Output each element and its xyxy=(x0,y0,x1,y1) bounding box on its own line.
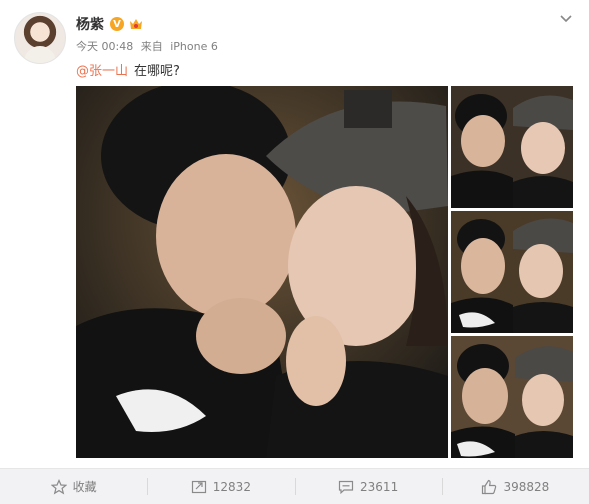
member-badge-icon[interactable] xyxy=(128,17,144,31)
comment-button[interactable]: 23611 xyxy=(294,469,442,504)
chevron-down-icon[interactable] xyxy=(559,10,573,24)
comment-icon xyxy=(338,479,354,495)
post-meta: 今天 00:48 来自 iPhone 6 xyxy=(76,38,222,54)
mention-link[interactable]: @张一山 xyxy=(76,64,128,79)
thumbs-up-icon xyxy=(481,479,497,495)
weibo-post-card: 杨紫 V 今天 00:48 来自 iPhone 6 @张一山 在哪呢? 收藏 1… xyxy=(0,0,589,504)
repost-count: 12832 xyxy=(212,479,251,494)
repost-button[interactable]: 12832 xyxy=(147,469,294,504)
post-image-thumbnail[interactable] xyxy=(451,211,573,333)
source-device[interactable]: iPhone 6 xyxy=(170,40,218,53)
avatar-image xyxy=(24,46,56,63)
comment-count: 23611 xyxy=(360,479,399,494)
post-image-thumbnail[interactable] xyxy=(451,336,573,458)
repost-icon xyxy=(191,479,207,495)
action-bar: 收藏 12832 23611 398828 xyxy=(0,468,589,504)
source-prefix: 来自 xyxy=(140,40,163,53)
favorite-label: 收藏 xyxy=(72,480,97,494)
user-name[interactable]: 杨紫 xyxy=(76,14,104,34)
like-button[interactable]: 398828 xyxy=(441,469,589,504)
post-text: @张一山 在哪呢? xyxy=(76,60,180,79)
post-image-thumbnail[interactable] xyxy=(451,86,573,208)
favorite-button[interactable]: 收藏 xyxy=(0,469,147,504)
user-avatar[interactable] xyxy=(14,12,66,64)
verified-badge-icon: V xyxy=(110,17,124,31)
user-name-row: 杨紫 V xyxy=(76,14,144,34)
star-icon xyxy=(50,478,67,495)
post-time[interactable]: 今天 00:48 xyxy=(76,40,133,53)
post-image-main[interactable] xyxy=(76,86,448,458)
post-body: 在哪呢? xyxy=(134,64,180,79)
like-count: 398828 xyxy=(503,479,550,494)
